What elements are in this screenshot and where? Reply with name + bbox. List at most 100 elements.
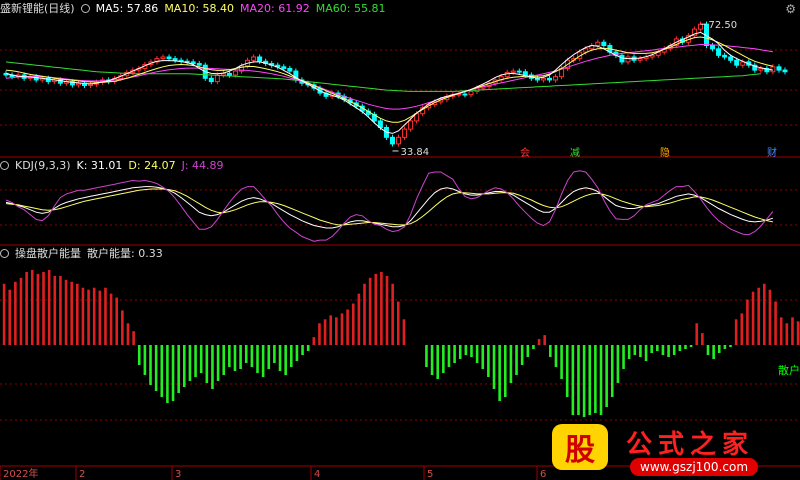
energy-bar-positive: [126, 323, 130, 345]
energy-bar-positive: [340, 313, 344, 345]
energy-bar-negative: [588, 345, 592, 415]
energy-bar-negative: [447, 345, 451, 367]
candle-body: [462, 93, 468, 96]
energy-bar-negative: [594, 345, 597, 413]
energy-bar-positive: [318, 323, 321, 345]
signal-marker: 隐: [660, 147, 670, 159]
energy-bar-negative: [571, 345, 575, 415]
energy-bar-negative: [503, 345, 507, 397]
retail-side-label: 散户: [778, 364, 800, 377]
candle-body: [522, 71, 528, 76]
energy-bar-negative: [177, 345, 180, 393]
energy-bar-positive: [757, 287, 760, 345]
gear-icon[interactable]: ⚙: [785, 2, 796, 16]
candle-body: [214, 74, 220, 83]
candle-body: [226, 72, 232, 76]
candle-body: [710, 45, 716, 50]
energy-bar-positive: [402, 319, 406, 345]
energy-bar-positive: [746, 299, 749, 345]
energy-bar-negative: [295, 345, 299, 361]
candle-body: [196, 63, 202, 66]
energy-bar-positive: [357, 293, 361, 345]
energy-bar-negative: [261, 345, 265, 377]
energy-bar-negative: [436, 345, 440, 379]
energy-bar-positive: [98, 290, 102, 345]
x-axis-label: 4: [314, 469, 320, 480]
x-axis-label: 2022年: [3, 467, 38, 480]
x-axis-label: 3: [175, 469, 181, 480]
candle-body: [728, 56, 734, 61]
energy-bar-positive: [92, 287, 96, 345]
energy-bar-positive: [740, 313, 744, 345]
candle-body: [408, 120, 414, 130]
energy-bar-positive: [312, 337, 316, 345]
energy-bar-positive: [323, 319, 327, 345]
candle-body: [722, 54, 728, 58]
stock-chart-canvas[interactable]: 72.50 33.84 会 减 隐 财 2022年 2 3 4 5 6: [0, 0, 800, 480]
brand-url: www.gszj100.com: [630, 458, 759, 476]
candle-body: [510, 70, 516, 73]
x-axis-label: 5: [427, 469, 433, 480]
energy-bar-positive: [132, 331, 135, 345]
energy-bar-negative: [532, 345, 535, 349]
candle-body: [770, 66, 776, 73]
energy-bar-negative: [554, 345, 558, 367]
energy-bar-positive: [36, 273, 40, 345]
energy-bar-negative: [706, 345, 710, 355]
candle-body: [166, 56, 172, 60]
energy-bar-positive: [59, 275, 62, 345]
energy-bar-negative: [549, 345, 552, 357]
energy-bar-negative: [430, 345, 434, 375]
energy-bar-positive: [751, 291, 755, 345]
energy-bar-negative: [143, 345, 147, 375]
energy-bar-negative: [228, 345, 231, 367]
candle-body: [468, 90, 474, 96]
energy-bar-negative: [729, 345, 732, 347]
energy-bar-negative: [565, 345, 569, 397]
ma60-label: MA60: 55.81: [315, 1, 386, 15]
candle-body: [287, 67, 293, 72]
energy-bar-negative: [137, 345, 141, 365]
energy-bar-negative: [639, 345, 642, 357]
brand-title: 公式之家: [626, 430, 755, 460]
settings-circle-icon[interactable]: [80, 3, 90, 13]
candle-body: [208, 77, 214, 83]
energy-bar-negative: [166, 345, 169, 403]
stock-title: 盛新锂能(日线): [0, 2, 75, 15]
energy-bar-negative: [481, 345, 485, 369]
candle-body: [389, 136, 395, 145]
energy-bar-negative: [199, 345, 203, 373]
energy-bar-negative: [216, 345, 220, 381]
energy-bar-positive: [47, 269, 51, 345]
energy-bar-positive: [70, 281, 73, 345]
settings-circle-icon[interactable]: [0, 160, 9, 170]
energy-bar-negative: [470, 345, 473, 357]
energy-bar-positive: [768, 289, 772, 345]
signal-marker: 财: [767, 146, 777, 159]
low-price-annotation: 33.84: [400, 147, 429, 158]
energy-bar-negative: [211, 345, 214, 389]
candle-body: [281, 66, 287, 69]
energy-bar-negative: [188, 345, 192, 381]
candle-body: [257, 56, 263, 62]
energy-bar-negative: [458, 345, 462, 359]
candle-body: [734, 59, 740, 66]
energy-bar-negative: [526, 345, 530, 357]
energy-bar-positive: [104, 287, 107, 345]
energy-bar-negative: [667, 345, 670, 357]
energy-bar-negative: [171, 345, 175, 401]
energy-bar-negative: [442, 345, 445, 373]
energy-bar-negative: [712, 345, 715, 359]
energy-bar-negative: [627, 345, 631, 359]
signal-marker: 减: [570, 147, 580, 159]
candle-body: [504, 71, 510, 78]
candle-body: [534, 77, 540, 81]
energy-bar-negative: [644, 345, 648, 361]
energy-bar-positive: [81, 287, 85, 345]
energy-bar-negative: [610, 345, 614, 397]
energy-bar-negative: [160, 345, 164, 397]
candle-body: [776, 66, 782, 71]
energy-bar-positive: [335, 317, 338, 345]
settings-circle-icon[interactable]: [0, 248, 9, 258]
energy-bar-negative: [425, 345, 428, 367]
